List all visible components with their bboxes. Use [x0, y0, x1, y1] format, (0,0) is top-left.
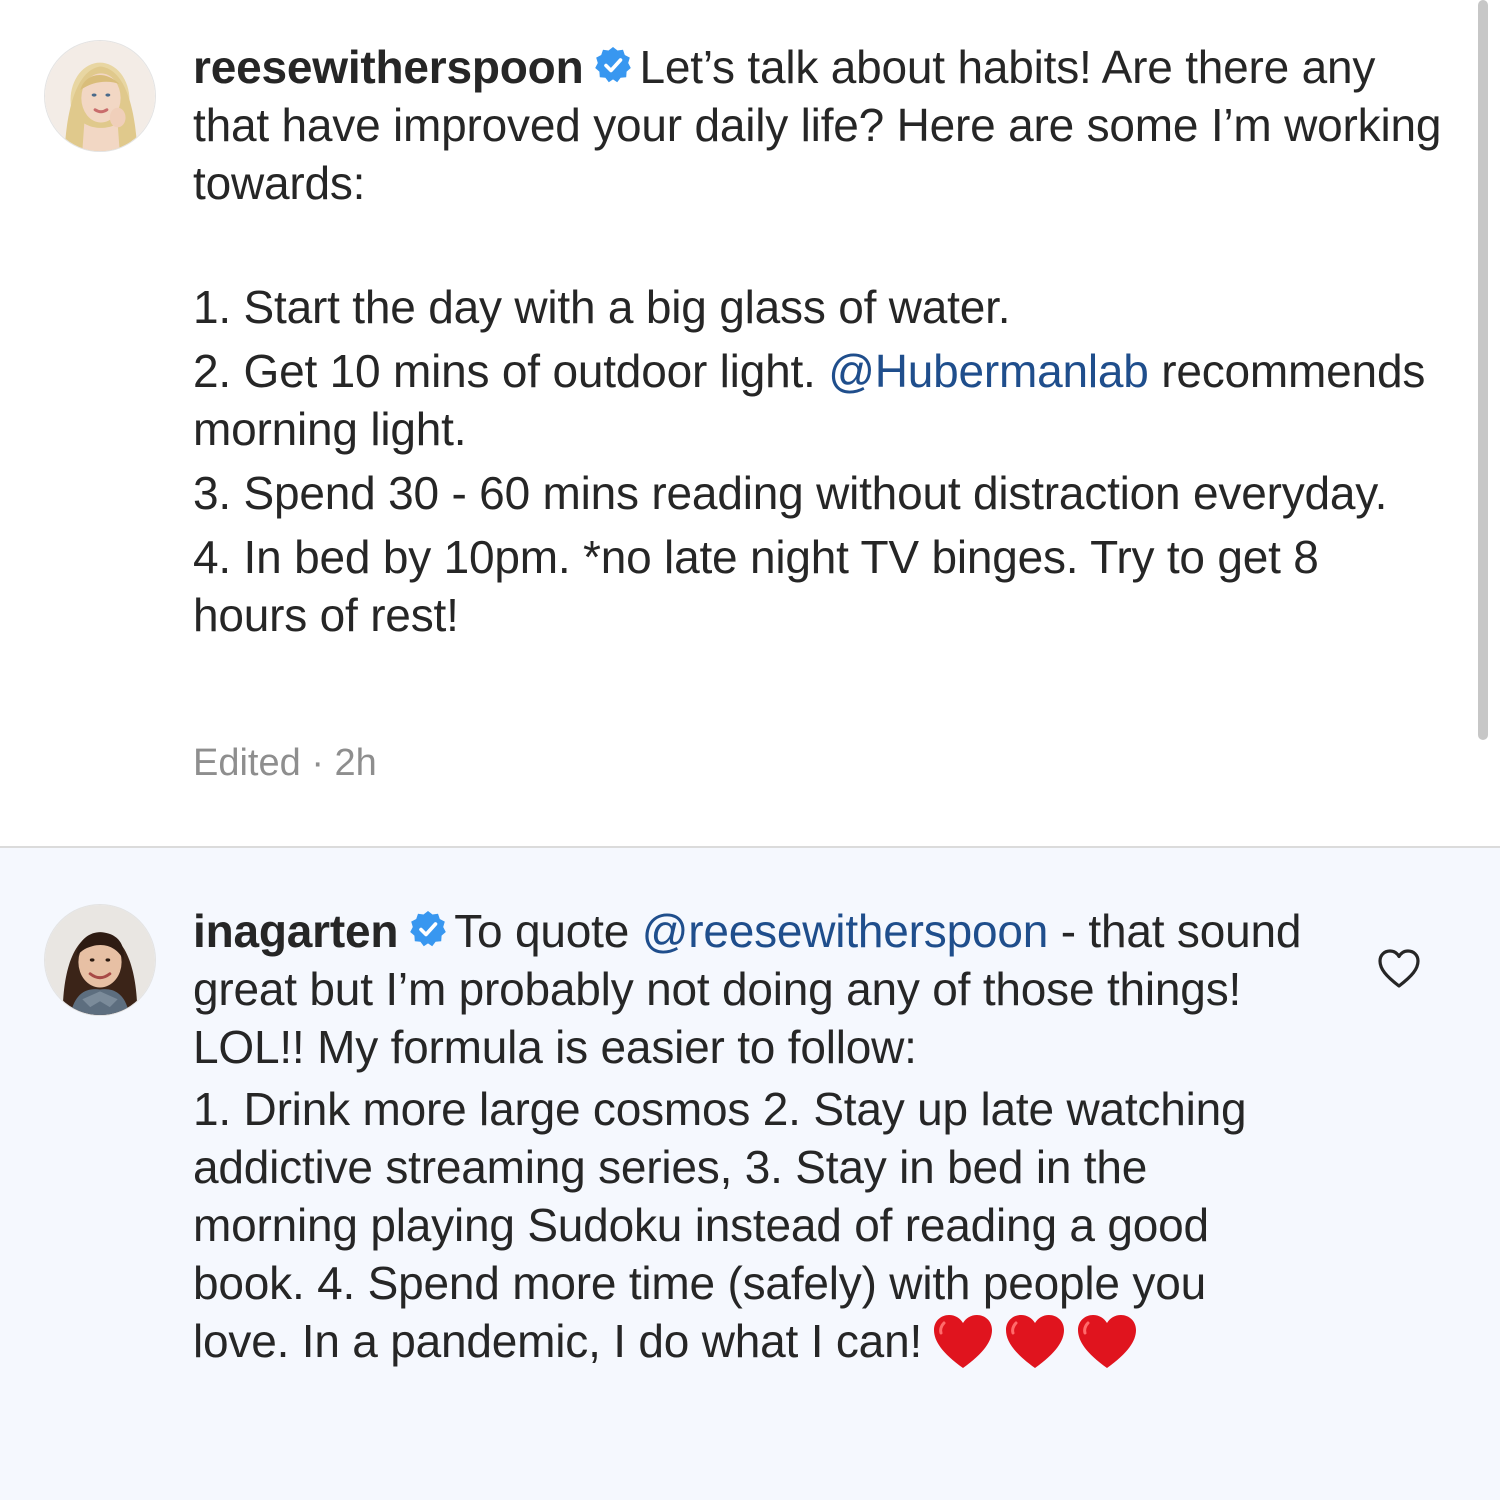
caption-item-2: 2. Get 10 mins of outdoor light. @Huberm… — [193, 342, 1443, 458]
comment-text: inagarten To quote @reesewitherspoon - th… — [193, 902, 1303, 1384]
instagram-comments-screen: reesewitherspoon Let’s talk about habits!… — [0, 0, 1500, 1500]
verified-badge-icon — [408, 909, 448, 949]
mention-reesewitherspoon[interactable]: @reesewitherspoon — [642, 905, 1049, 957]
post-caption-block: reesewitherspoon Let’s talk about habits!… — [0, 0, 1500, 846]
post-caption: reesewitherspoon Let’s talk about habits!… — [193, 38, 1443, 644]
red-heart-emoji — [1006, 1315, 1065, 1368]
post-time: 2h — [334, 742, 377, 784]
caption-item-4: 4. In bed by 10pm. *no late night TV bin… — [193, 531, 1319, 641]
like-comment-heart-icon[interactable] — [1376, 946, 1422, 992]
caption-meta: Edited · 2h — [193, 742, 377, 785]
caption-gap — [193, 212, 1443, 270]
caption-item-3: 3. Spend 30 - 60 mins reading without di… — [193, 467, 1388, 519]
post-author-username[interactable]: reesewitherspoon — [193, 41, 584, 93]
comment-author-username[interactable]: inagarten — [193, 905, 398, 957]
red-heart-emoji — [934, 1315, 993, 1368]
comment-text-prefix: To quote — [454, 905, 642, 957]
red-heart-emoji — [1078, 1315, 1137, 1368]
meta-separator: · — [311, 742, 324, 784]
mention-hubermanlab[interactable]: @Hubermanlab — [828, 345, 1149, 397]
comment-list: 1. Drink more large cosmos 2. Stay up la… — [193, 1080, 1303, 1384]
heart-emojis — [922, 1313, 1138, 1384]
edited-label: Edited — [193, 742, 301, 784]
reese-avatar[interactable] — [44, 40, 156, 152]
verified-badge-icon — [593, 45, 633, 85]
caption-item-1: 1. Start the day with a big glass of wat… — [193, 281, 1011, 333]
caption-item-2-prefix: 2. Get 10 mins of outdoor light. — [193, 345, 829, 397]
scrollbar[interactable] — [1478, 0, 1488, 740]
ina-avatar[interactable] — [44, 904, 156, 1016]
